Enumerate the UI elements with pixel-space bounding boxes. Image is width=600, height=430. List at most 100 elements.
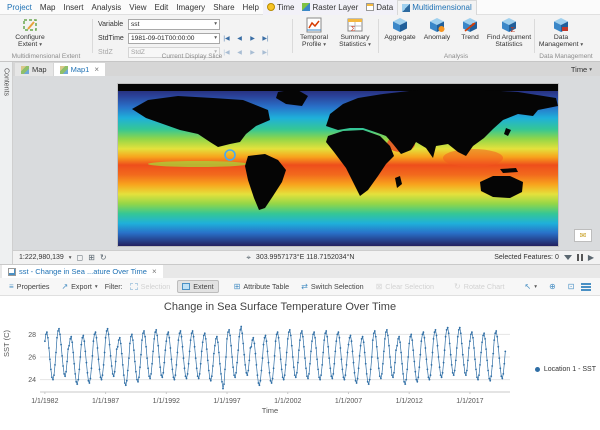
tab-edit[interactable]: Edit	[150, 0, 172, 15]
map-icon	[21, 66, 29, 74]
zoom-full-extent-button[interactable]: ⊡	[563, 280, 580, 293]
zoom-in-icon: ⊕	[549, 282, 556, 291]
refresh-icon[interactable]: ↻	[100, 253, 107, 262]
contents-pane-collapsed[interactable]: Contents	[0, 62, 13, 264]
summary-statistics-button[interactable]: Summary Statistics ▾	[334, 17, 376, 50]
filter-extent-button[interactable]: Extent	[177, 280, 218, 293]
anomaly-button[interactable]: Anomaly	[420, 17, 454, 41]
map-view[interactable]: ✉	[13, 76, 600, 250]
trend-button[interactable]: Trend	[456, 17, 484, 41]
dropdown-caret-icon: ▾	[534, 284, 537, 290]
filter-selection-button[interactable]: Selection	[125, 280, 176, 293]
close-icon[interactable]: ×	[94, 65, 99, 74]
attribute-table-button[interactable]: ⊞Attribute Table	[229, 280, 295, 293]
svg-text:24: 24	[28, 377, 36, 384]
switch-selection-icon: ⇄	[301, 282, 308, 291]
filter-icon[interactable]	[564, 255, 572, 260]
stdtime-row: StdTime 1981-09-01T00:00:00▾ |◀ ◀ ▶ ▶|	[98, 32, 272, 44]
sst-world-map[interactable]	[118, 84, 558, 246]
group-label-analysis: Analysis	[378, 53, 534, 60]
step-first-button[interactable]: |◀	[220, 35, 233, 42]
step-last-button[interactable]: ▶|	[259, 35, 272, 42]
data-management-button[interactable]: Data Management ▾	[538, 17, 584, 50]
tab-multidimensional[interactable]: Multidimensional	[397, 0, 477, 15]
tab-help[interactable]: Help	[239, 0, 263, 15]
temporal-profile-icon	[306, 17, 322, 33]
sst-line-chart[interactable]: 2426281/1/19821/1/19871/1/19921/1/19971/…	[14, 318, 518, 412]
tab-map[interactable]: Map	[36, 0, 60, 15]
dropdown-caret-icon: ▾	[214, 35, 217, 41]
view-tab-map[interactable]: Map	[15, 63, 53, 76]
view-tab-map1[interactable]: Map1 ×	[54, 63, 105, 76]
switch-selection-button[interactable]: ⇄Switch Selection	[296, 280, 368, 293]
stdtime-dropdown[interactable]: 1981-09-01T00:00:00▾	[128, 33, 220, 44]
arcgis-pro-window: Project Map Insert Analysis View Edit Im…	[0, 0, 600, 430]
clear-selection-button[interactable]: ⊠Clear Selection	[371, 280, 439, 293]
warm-pool-west-pacific	[443, 149, 503, 167]
configure-extent-button[interactable]: Configure Extent ▾	[6, 17, 54, 50]
close-icon[interactable]: ×	[152, 267, 157, 276]
group-separator	[92, 19, 93, 53]
data-management-icon	[553, 17, 569, 33]
tab-share[interactable]: Share	[209, 0, 238, 15]
dropdown-caret-icon: ▾	[95, 284, 98, 290]
chart-view: Change in Sea Surface Temperature Over T…	[0, 296, 600, 430]
map-scale-value[interactable]: 1:222,980,139	[19, 254, 64, 261]
dropdown-caret-icon: ▾	[214, 21, 217, 27]
export-button[interactable]: ↗Export▾	[56, 280, 102, 293]
group-label-multidimensional-extent: Multidimensional Extent	[0, 53, 92, 60]
properties-button[interactable]: ≡Properties	[4, 280, 54, 293]
trend-icon	[462, 17, 478, 33]
tab-project[interactable]: Project	[3, 0, 36, 15]
chart-tab-icon	[8, 268, 16, 276]
anomaly-icon	[429, 17, 445, 33]
pause-icon[interactable]	[577, 254, 583, 261]
chart-list-button[interactable]	[581, 283, 591, 291]
map-icon	[60, 66, 68, 74]
rotate-chart-button[interactable]: ↻Rotate Chart	[449, 280, 509, 293]
rotate-chart-icon: ↻	[454, 282, 461, 291]
zoom-in-button[interactable]: ⊕	[544, 280, 561, 293]
time-dropdown-button[interactable]: Time▾	[571, 63, 592, 76]
clock-icon	[267, 3, 275, 11]
ribbon-tab-bar: Project Map Insert Analysis View Edit Im…	[0, 0, 600, 15]
map-coordinates: 303.9957173°E 118.7152034°N	[256, 254, 355, 261]
step-back-button[interactable]: ◀	[233, 35, 246, 42]
tab-raster-layer[interactable]: Raster Layer	[298, 0, 362, 15]
group-separator	[378, 19, 379, 53]
tab-time[interactable]: Time	[263, 0, 298, 15]
scale-dropdown-caret-icon[interactable]: ▾	[69, 255, 72, 261]
grid-tool-icon[interactable]: ⊞	[88, 253, 95, 262]
svg-text:1/1/1987: 1/1/1987	[92, 398, 119, 405]
cursor-mode-button[interactable]: ↖▾	[520, 280, 542, 293]
equatorial-cold-tongue	[148, 161, 248, 167]
full-extent-icon: ⊡	[568, 282, 575, 291]
tab-imagery[interactable]: Imagery	[172, 0, 209, 15]
tab-data[interactable]: Data	[362, 0, 397, 15]
tab-insert[interactable]: Insert	[59, 0, 87, 15]
locate-icon[interactable]: ⌖	[246, 253, 251, 263]
tab-analysis[interactable]: Analysis	[87, 0, 125, 15]
step-icon[interactable]: ▶	[588, 253, 594, 262]
map-notification-button[interactable]: ✉	[574, 229, 592, 242]
svg-text:1/1/2017: 1/1/2017	[456, 398, 483, 405]
variable-dropdown[interactable]: sst▾	[128, 19, 220, 30]
dropdown-caret-icon: ▾	[368, 42, 371, 48]
contents-pane-label: Contents	[3, 68, 10, 264]
temporal-profile-button[interactable]: Temporal Profile ▾	[296, 17, 332, 50]
chart-legend[interactable]: Location 1 - SST	[535, 366, 596, 373]
selection-tool-icon[interactable]: ◻	[77, 253, 84, 262]
aggregate-button[interactable]: Aggregate	[382, 17, 418, 41]
variable-label: Variable	[98, 21, 128, 28]
stdtime-label: StdTime	[98, 35, 128, 42]
extent-icon	[182, 283, 190, 290]
find-argument-statistics-icon: Σ	[501, 17, 517, 33]
chart-tab[interactable]: sst - Change in Sea ...ature Over Time ×	[2, 265, 163, 278]
envelope-icon: ✉	[580, 231, 587, 240]
table-icon: ⊞	[234, 282, 241, 291]
configure-extent-icon	[22, 17, 38, 33]
summary-statistics-icon	[347, 17, 363, 33]
step-forward-button[interactable]: ▶	[246, 35, 259, 42]
find-argument-statistics-button[interactable]: Σ Find Argument Statistics	[486, 17, 532, 49]
tab-view[interactable]: View	[125, 0, 150, 15]
